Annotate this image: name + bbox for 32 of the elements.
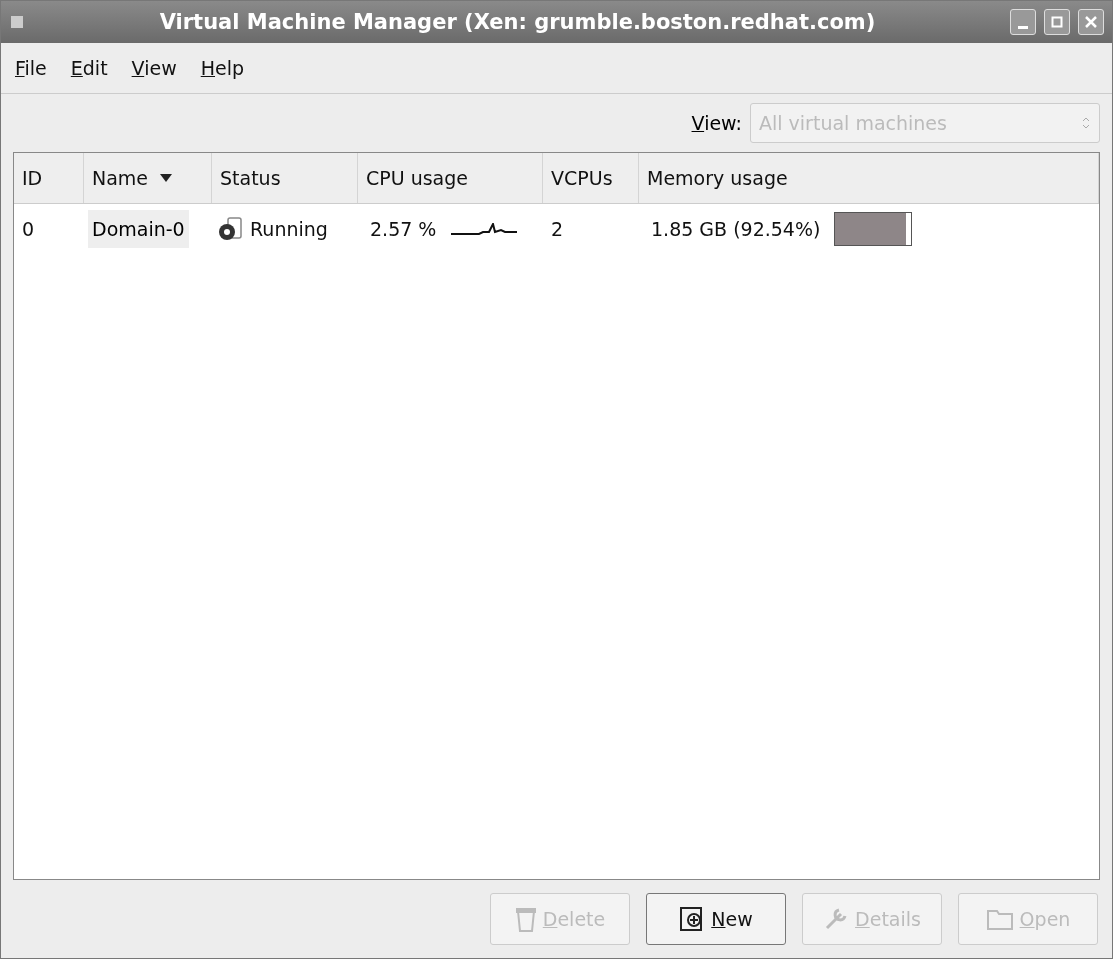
- sort-arrow-icon: [160, 174, 173, 182]
- cpu-sparkline: [450, 223, 519, 235]
- spinner-arrows-icon: [1081, 116, 1091, 130]
- view-label: View:: [691, 112, 742, 134]
- table-cell: Running: [250, 218, 328, 240]
- menu-item[interactable]: Help: [192, 53, 253, 83]
- folder-icon: [985, 907, 1014, 931]
- trash-icon: [514, 906, 537, 932]
- column-header[interactable]: CPU usage: [358, 153, 543, 203]
- column-header[interactable]: Memory usage: [639, 153, 1099, 203]
- table-cell-text: 0: [21, 218, 36, 240]
- menu-item[interactable]: File: [7, 53, 55, 83]
- column-header[interactable]: Status: [212, 153, 358, 203]
- table-cell-text: 1.85 GB (92.54%): [650, 218, 822, 240]
- maximize-icon: [1051, 16, 1063, 28]
- close-button[interactable]: [1078, 9, 1104, 35]
- table-cell: Domain-0: [88, 210, 189, 248]
- new-button[interactable]: New: [646, 893, 786, 945]
- close-icon: [1085, 16, 1097, 28]
- window-title: Virtual Machine Manager (Xen: grumble.boston.redhat.com): [158, 10, 877, 34]
- column-header[interactable]: VCPUs: [543, 153, 639, 203]
- running-status-icon: [216, 215, 244, 243]
- table-cell-text: 2.57 %: [369, 218, 438, 240]
- table-cell-text: 2: [550, 218, 565, 240]
- column-header[interactable]: Name: [84, 153, 212, 203]
- maximize-button[interactable]: [1044, 9, 1070, 35]
- minimize-button[interactable]: [1010, 9, 1036, 35]
- menu-item[interactable]: View: [123, 53, 185, 83]
- column-header[interactable]: ID: [14, 153, 84, 203]
- app-icon: [9, 14, 25, 30]
- minimize-icon: [1018, 25, 1028, 29]
- menu-item[interactable]: Edit: [62, 53, 116, 83]
